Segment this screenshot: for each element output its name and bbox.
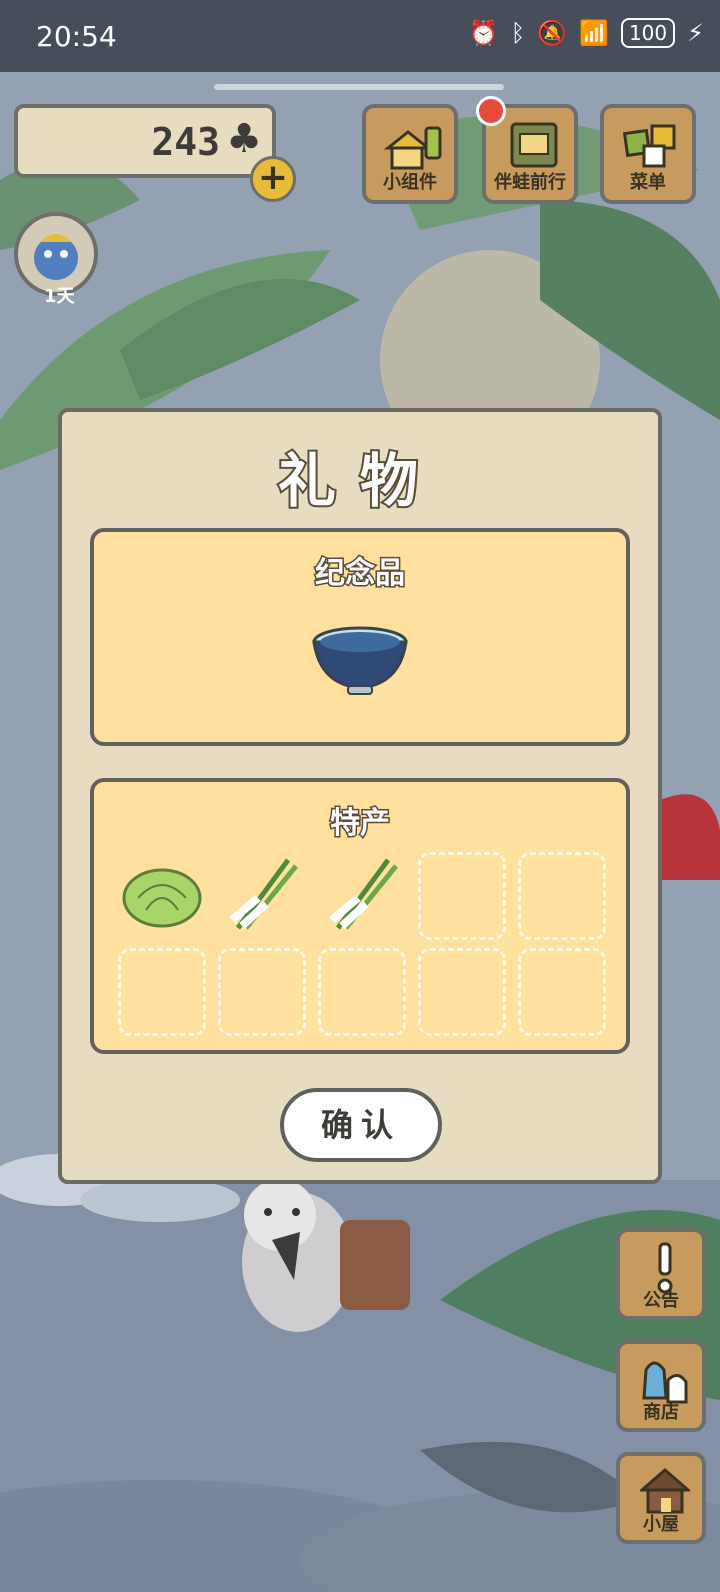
days-away-label: 1天 [44, 286, 75, 307]
menu-icon [622, 124, 676, 168]
confirm-button[interactable]: 确认 [280, 1088, 442, 1162]
alarm-icon: ⏰ [468, 19, 499, 47]
shop-button[interactable]: 商店 [616, 1340, 706, 1432]
cabbage-icon[interactable] [118, 852, 206, 940]
notice-button-label: 公告 [643, 1290, 679, 1311]
bowl-icon[interactable] [310, 624, 410, 700]
widget-button-label: 小组件 [383, 172, 437, 193]
souvenir-panel: 纪念品 [90, 528, 630, 746]
clover-icon: ♣ [226, 116, 262, 162]
add-clover-button[interactable]: + [250, 156, 296, 202]
status-icons: ⏰ ᛒ 🔕 📶 100 ⚡ [469, 18, 704, 48]
status-bar: 20:54 ⏰ ᛒ 🔕 📶 100 ⚡ [0, 0, 720, 72]
empty-gift-slot [318, 948, 406, 1036]
shop-button-label: 商店 [643, 1402, 679, 1423]
empty-gift-slot [118, 948, 206, 1036]
gift-dialog: 礼物 纪念品 特产 确认 [58, 408, 662, 1184]
bluetooth-icon: ᛒ [510, 19, 526, 47]
empty-gift-slot [418, 948, 506, 1036]
mute-icon: 🔕 [537, 19, 568, 47]
empty-gift-slot [218, 948, 306, 1036]
notice-button[interactable]: 公告 [616, 1228, 706, 1320]
menu-button-label: 菜单 [630, 172, 666, 193]
house-button-label: 小屋 [643, 1514, 679, 1535]
empty-gift-slot [518, 948, 606, 1036]
charging-icon: ⚡ [687, 19, 704, 47]
journey-button-label: 伴蛙前行 [494, 172, 566, 193]
clover-counter: 243 ♣ [14, 104, 276, 178]
widget-icon [384, 126, 442, 170]
empty-gift-slot [518, 852, 606, 940]
battery-indicator: 100 [620, 18, 676, 48]
notification-dot [476, 96, 506, 126]
gift-dialog-title: 礼物 [276, 445, 442, 517]
empty-gift-slot [418, 852, 506, 940]
specialty-panel: 特产 [90, 778, 630, 1054]
status-time: 20:54 [36, 20, 117, 53]
menu-button[interactable]: 菜单 [600, 104, 696, 204]
green-onion-icon[interactable] [218, 852, 306, 940]
wifi-icon: 📶 [579, 19, 609, 47]
frog-portrait-icon [34, 234, 78, 280]
clover-count: 243 [151, 120, 220, 164]
album-icon [510, 122, 558, 168]
specialty-panel-title: 特产 [329, 805, 392, 843]
widget-button[interactable]: 小组件 [362, 104, 458, 204]
green-onion-icon[interactable] [318, 852, 406, 940]
drag-handle[interactable] [214, 84, 504, 90]
house-button[interactable]: 小屋 [616, 1452, 706, 1544]
souvenir-panel-title: 纪念品 [314, 555, 407, 593]
